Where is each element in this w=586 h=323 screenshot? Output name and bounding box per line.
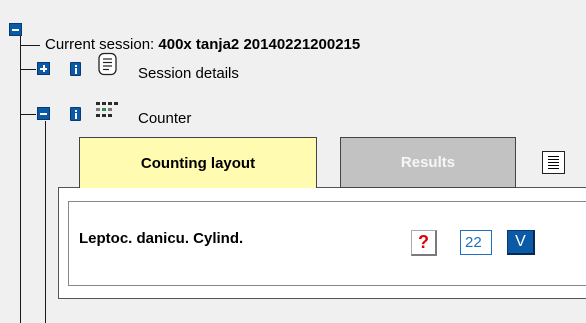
session-details-info-icon[interactable] bbox=[70, 62, 81, 76]
tab-counting-layout[interactable]: Counting layout bbox=[79, 137, 317, 188]
help-icon[interactable]: ? bbox=[411, 230, 437, 256]
session-details-expand-icon[interactable] bbox=[37, 62, 50, 75]
tree-line-session-details bbox=[20, 69, 36, 70]
list-menu-icon[interactable] bbox=[542, 151, 565, 174]
session-collapse-icon[interactable] bbox=[9, 23, 22, 36]
counter-collapse-icon[interactable] bbox=[37, 107, 50, 120]
tree-line-counter-children bbox=[45, 121, 46, 323]
counter-info-icon[interactable] bbox=[70, 107, 81, 121]
tab-results-label: Results bbox=[400, 154, 456, 171]
counter-item-name: Leptoc. danicu. Cylind. bbox=[79, 230, 244, 247]
tab-counting-layout-label: Counting layout bbox=[140, 154, 256, 172]
tree-line-root bbox=[20, 30, 21, 323]
tree-line-session bbox=[20, 45, 40, 46]
count-input[interactable]: 22 bbox=[460, 230, 492, 255]
counter-icon bbox=[96, 102, 118, 117]
tab-results[interactable]: Results bbox=[340, 137, 516, 188]
session-title: Current session: 400x tanja2 20140221200… bbox=[45, 36, 360, 54]
counter-label[interactable]: Counter bbox=[138, 110, 191, 128]
document-icon bbox=[98, 52, 117, 76]
session-name: 400x tanja2 20140221200215 bbox=[158, 36, 361, 53]
session-label-prefix: Current session: bbox=[45, 36, 155, 53]
tree-line-counter bbox=[20, 114, 36, 115]
session-details-label[interactable]: Session details bbox=[138, 65, 239, 83]
confirm-button[interactable]: V bbox=[507, 230, 535, 255]
